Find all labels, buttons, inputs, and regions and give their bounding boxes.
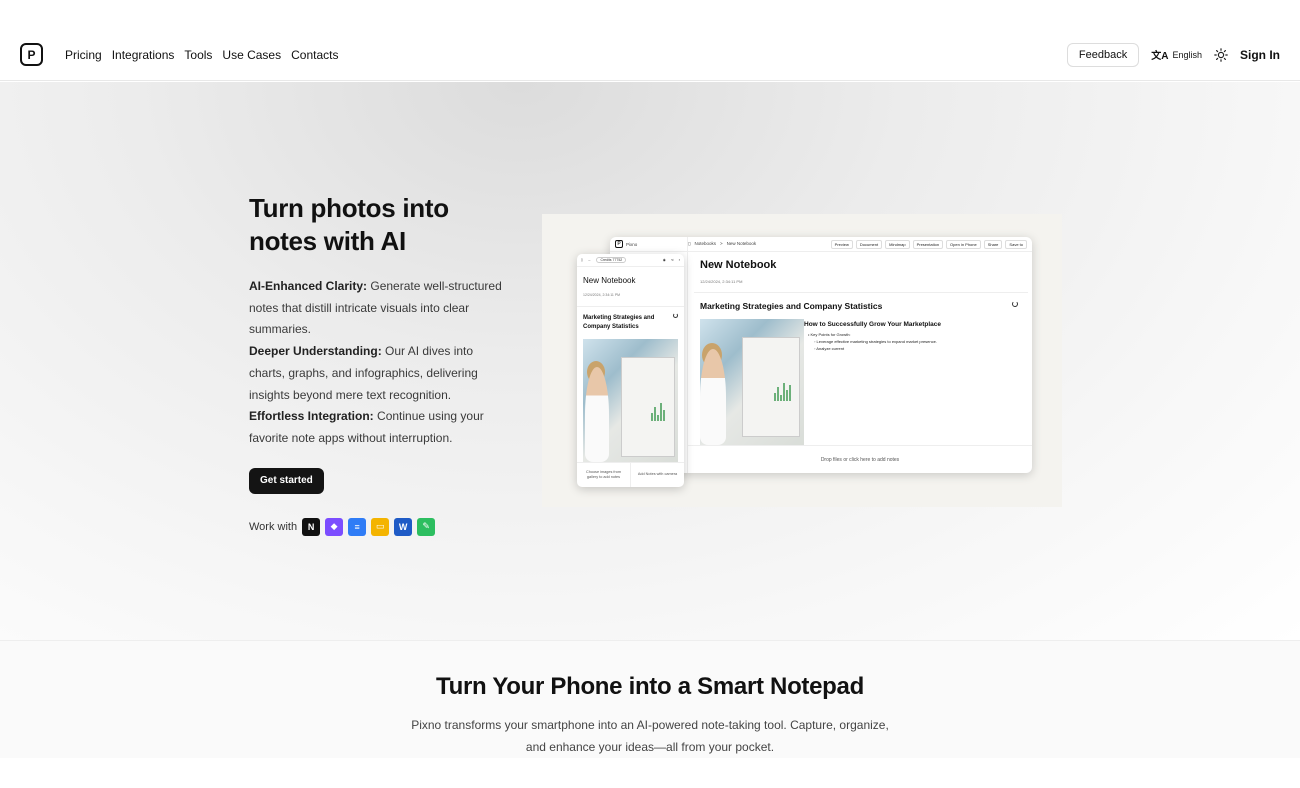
word-icon: W	[394, 517, 413, 536]
credits-pill: Credits 77752	[596, 257, 627, 263]
document-button: Document	[855, 239, 883, 249]
whiteboard-shape	[742, 337, 800, 437]
get-started-button[interactable]: Get started	[249, 467, 324, 494]
save-icon: ▪	[678, 258, 680, 262]
open-in-phone-button: Open in Phone	[946, 239, 981, 249]
feature-list: AI-Enhanced Clarity: Generate well-struc…	[249, 276, 509, 450]
brand-name: Pixno	[626, 241, 638, 247]
loading-icon	[673, 313, 678, 318]
google-docs-icon: ≡	[348, 517, 367, 536]
nav-link-tools[interactable]: Tools	[184, 48, 212, 62]
mini-logo-icon: P	[615, 240, 623, 248]
nav-link-pricing[interactable]: Pricing	[65, 48, 102, 62]
hero-copy: Turn photos into notes with AI AI-Enhanc…	[249, 192, 509, 536]
note-line: ◦ Analyze current	[814, 346, 845, 351]
phone-toolbar: ▯ ← Credits 77752 ◉ ⋖ ▪	[577, 254, 684, 267]
phone-note-title: Marketing Strategies and Company Statist…	[583, 315, 655, 330]
sun-icon	[1214, 47, 1228, 62]
drop-zone: Drop files or click here to add notes	[688, 445, 1032, 473]
note-card-title: Marketing Strategies and Company Statist…	[700, 301, 883, 311]
phone-app-mockup: ▯ ← Credits 77752 ◉ ⋖ ▪ New Notebook 12/…	[577, 254, 684, 487]
work-with-row: Work with N ◆ ≡ ▭ W ✎	[249, 517, 509, 536]
nav-link-contacts[interactable]: Contacts	[291, 48, 338, 62]
person-shape	[700, 349, 726, 445]
note-line: ◦ Leverage effective marketing strategie…	[814, 339, 937, 344]
feature-item: AI-Enhanced Clarity: Generate well-struc…	[249, 276, 509, 341]
phone-notebook-date: 12/24/2024, 2:34:11 PM	[583, 293, 621, 297]
whiteboard-shape	[621, 357, 675, 457]
sidebar-toggle-icon: ▯	[688, 241, 691, 246]
nav-links: Pricing Integrations Tools Use Cases Con…	[65, 48, 338, 62]
chart-shape	[774, 381, 791, 401]
mindmap-button: Mindmap	[885, 239, 910, 249]
breadcrumb-current: New Notebook	[726, 241, 757, 246]
desktop-toolbar: P Pixno ▯ Notebooks > New Notebook Previ…	[610, 237, 1032, 252]
nav-right: Feedback 文A English Sign In	[1066, 42, 1280, 67]
sign-in-link[interactable]: Sign In	[1240, 48, 1280, 62]
share-icon: ⋖	[670, 258, 674, 262]
back-icon: ←	[587, 258, 592, 262]
phone-actions: Choose images from gallery to add notes …	[577, 462, 684, 487]
note-line: • Key Points for Growth:	[808, 332, 851, 337]
notebook-date: 12/24/2024, 2:34:11 PM	[700, 279, 743, 284]
preview-button: Preview	[830, 239, 853, 249]
breadcrumb-notebooks: Notebooks	[694, 241, 716, 246]
top-nav: P Pricing Integrations Tools Use Cases C…	[0, 29, 1300, 81]
language-label: English	[1172, 49, 1202, 60]
note-heading: How to Successfully Grow Your Marketplac…	[804, 321, 942, 328]
person-shape	[585, 367, 609, 462]
feedback-button[interactable]: Feedback	[1066, 42, 1140, 67]
share-button: Share	[983, 239, 1003, 249]
sidebar-toggle-icon: ▯	[581, 258, 583, 262]
product-mockup: P Pixno ▯ Notebooks > New Notebook Previ…	[542, 214, 1062, 507]
notion-icon: N	[302, 517, 321, 536]
feature-label: AI-Enhanced Clarity:	[249, 279, 368, 293]
note-photo	[700, 319, 804, 445]
feature-item: Effortless Integration: Continue using y…	[249, 406, 509, 449]
theme-toggle[interactable]	[1214, 47, 1228, 62]
hero-title: Turn photos into notes with AI	[249, 193, 449, 256]
feature-label: Deeper Understanding:	[249, 344, 382, 359]
evernote-icon: ✎	[417, 517, 436, 536]
notebook-title: New Notebook	[700, 259, 777, 271]
work-with-label: Work with	[249, 520, 298, 533]
add-with-camera-button: Add Notes with camera	[630, 463, 684, 487]
phone-note-photo	[583, 339, 678, 462]
phone-notebook-title: New Notebook	[583, 276, 636, 285]
loading-icon	[1012, 301, 1018, 307]
presentation-button: Presentation	[912, 239, 944, 249]
language-selector[interactable]: 文A English	[1151, 47, 1202, 63]
section-title: Turn Your Phone into a Smart Notepad	[436, 673, 864, 700]
chart-shape	[651, 401, 665, 421]
phone-note-card: Marketing Strategies and Company Statist…	[577, 306, 684, 462]
obsidian-icon: ◆	[325, 517, 344, 536]
preview-icon: ◉	[662, 258, 666, 262]
nav-link-integrations[interactable]: Integrations	[112, 48, 175, 62]
translate-icon: 文A	[1151, 51, 1169, 62]
logo[interactable]: P	[20, 43, 43, 66]
desktop-brand: P Pixno	[610, 240, 688, 248]
breadcrumb-separator: >	[720, 241, 723, 246]
note-card: Marketing Strategies and Company Statist…	[694, 292, 1028, 445]
breadcrumb: ▯ Notebooks > New Notebook	[688, 241, 756, 247]
feature-item: Deeper Understanding: Our AI dives into …	[249, 341, 509, 406]
section-subtitle: Pixno transforms your smartphone into an…	[411, 718, 889, 754]
save-to-button: Save to	[1005, 239, 1027, 249]
nav-link-use-cases[interactable]: Use Cases	[222, 48, 281, 62]
smart-notepad-section: Turn Your Phone into a Smart Notepad Pix…	[0, 640, 1300, 758]
choose-from-gallery-button: Choose images from gallery to add notes	[585, 469, 622, 480]
desktop-tool-buttons: Preview Document Mindmap Presentation Op…	[830, 239, 1032, 249]
hero-section: Turn photos into notes with AI AI-Enhanc…	[0, 82, 1300, 640]
google-slides-icon: ▭	[371, 517, 390, 536]
feature-label: Effortless Integration:	[249, 409, 374, 424]
